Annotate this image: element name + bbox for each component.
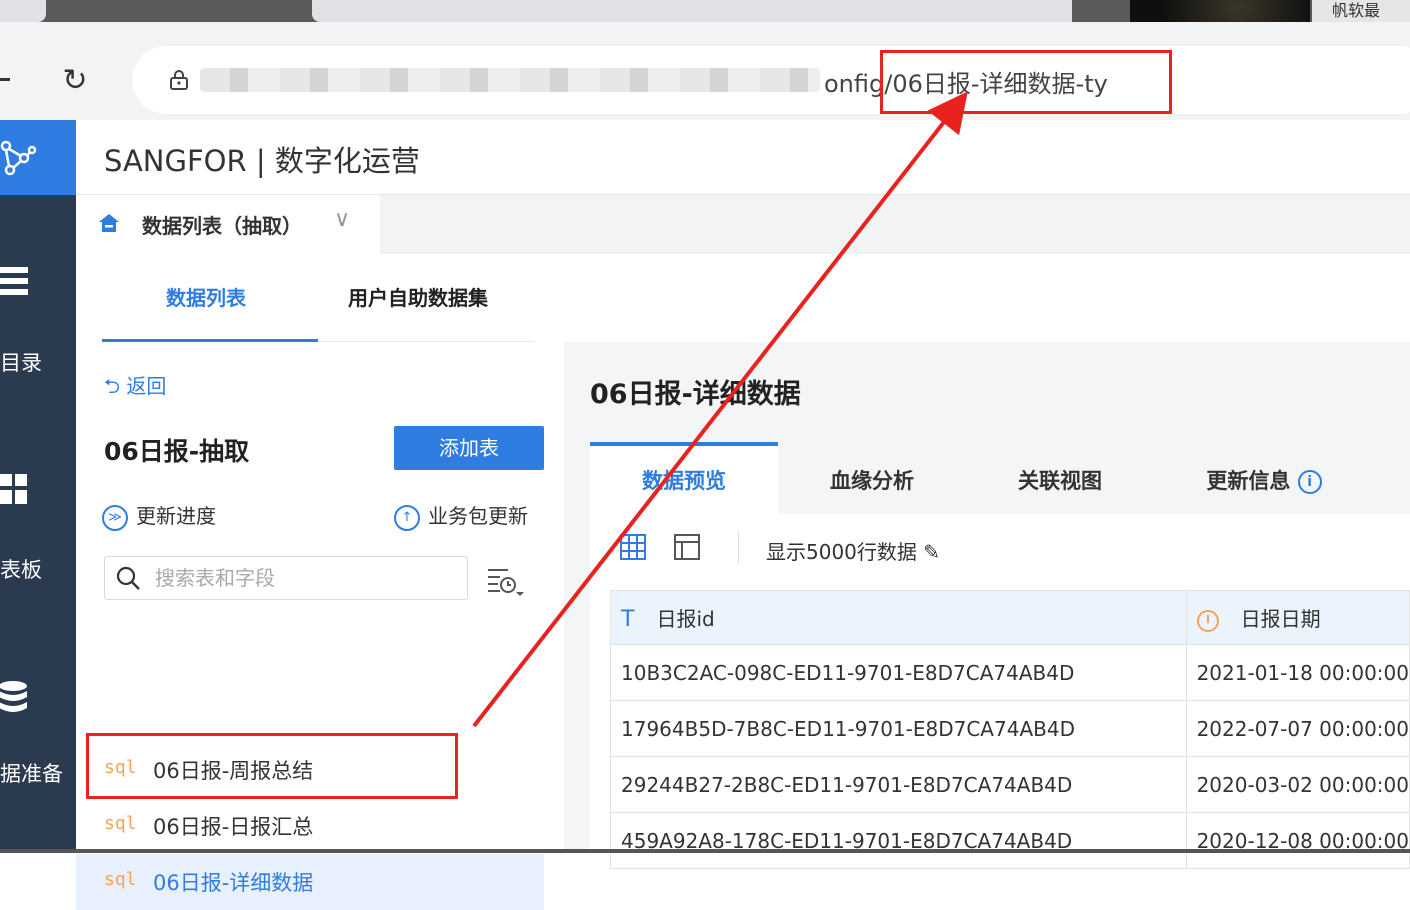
breadcrumb-bar: 数据列表（抽取） ∨ (76, 195, 1410, 254)
left-rail: 目录 表板 据准备 (0, 120, 76, 853)
dashboard-icon (0, 472, 30, 512)
corner-tab-label: 帆软最 (1312, 0, 1410, 22)
back-link[interactable]: ⮌ 返回 (104, 370, 166, 406)
back-label: 返回 (126, 374, 167, 398)
row-count-label: 显示5000行数据 (766, 540, 917, 564)
layout-view-icon[interactable] (674, 534, 700, 560)
table-row: 10B3C2AC-098C-ED11-9701-E8D7CA74AB4D 202… (610, 644, 1410, 701)
column-header[interactable]: T 日报id (610, 590, 1187, 645)
table-name: 06日报-详细数据 (153, 871, 314, 895)
row-count-setting[interactable]: 显示5000行数据 ✎ (766, 536, 940, 565)
fast-forward-icon: ≫ (102, 504, 128, 531)
tab-self-service-dataset[interactable]: 用户自助数据集 (348, 282, 488, 311)
column-header[interactable]: 日报日期 (1185, 590, 1410, 645)
table-row: 459A92A8-178C-ED11-9701-E8D7CA74AB4D 202… (610, 812, 1410, 869)
back-arrow-icon[interactable] (0, 78, 10, 81)
thumbnail-image (1130, 0, 1310, 22)
table-row: 17964B5D-7B8C-ED11-9701-E8D7CA74AB4D 202… (610, 700, 1410, 757)
data-table: T 日报id 日报日期 10B3C2AC-098C-ED11-9701-E8D7C… (610, 590, 1410, 869)
toolbar-divider (738, 530, 739, 564)
list-icon (0, 265, 30, 305)
search-input[interactable] (155, 563, 455, 593)
return-arrow-icon: ⮌ (104, 374, 121, 398)
tab-relation-view[interactable]: 关联视图 (966, 442, 1154, 514)
tab-update-info-label: 更新信息 (1206, 469, 1291, 493)
column-name: 日报id (656, 607, 715, 631)
table-list-item[interactable]: sql 06日报-日报汇总 (76, 798, 544, 854)
browser-tab-strip: 帆软最 (0, 0, 1410, 22)
reload-icon[interactable]: ↻ (58, 64, 92, 98)
package-title: 06日报-抽取 (104, 437, 250, 466)
rail-item-label: 表板 (0, 558, 42, 582)
database-icon (0, 680, 30, 724)
search-box (104, 556, 468, 600)
tab-update-info[interactable]: 更新信息 i (1154, 442, 1374, 514)
app-header: SANGFOR | 数字化运营 (76, 120, 1410, 195)
upload-icon: ↑ (394, 504, 420, 531)
clock-icon (1196, 609, 1219, 632)
table-list-item-selected[interactable]: sql 06日报-详细数据 (76, 854, 544, 910)
table-cell: 2020-03-02 00:00:00 (1185, 756, 1410, 813)
address-bar[interactable]: onfig/06日报-详细数据-ty (132, 46, 1410, 114)
table-title: 06日报-详细数据 (590, 379, 801, 410)
url-blurred (200, 68, 820, 92)
info-icon[interactable]: i (1297, 470, 1322, 494)
detail-tabs: 数据预览 血缘分析 关联视图 更新信息 i (590, 442, 1410, 514)
tab-data-list[interactable]: 数据列表 (166, 282, 246, 311)
business-package-update-link[interactable]: ↑ 业务包更新 (394, 500, 528, 531)
page-edge (0, 849, 1410, 853)
table-cell: 2020-12-08 00:00:00 (1185, 812, 1410, 869)
table-header-row: T 日报id 日报日期 (610, 590, 1410, 645)
chevron-down-icon[interactable]: ∨ (334, 207, 350, 232)
table-row: 29244B27-2B8C-ED11-9701-E8D7CA74AB4D 202… (610, 756, 1410, 813)
sql-tag: sql (104, 813, 137, 834)
browser-tab-active[interactable] (312, 0, 1072, 22)
annotation-box-table (86, 733, 458, 799)
browser-tab[interactable] (0, 0, 46, 22)
column-name: 日报日期 (1240, 607, 1321, 631)
logo[interactable] (0, 120, 76, 195)
home-icon (99, 214, 119, 232)
table-cell: 10B3C2AC-098C-ED11-9701-E8D7CA74AB4D (610, 644, 1187, 701)
breadcrumb-label: 数据列表（抽取） (142, 214, 302, 238)
rail-item-label: 目录 (0, 351, 42, 375)
grid-view-icon[interactable] (620, 534, 646, 560)
text-type-icon: T (621, 607, 635, 632)
tab-lineage[interactable]: 血缘分析 (778, 442, 966, 514)
table-name: 06日报-日报汇总 (153, 815, 314, 839)
table-cell: 2021-01-18 00:00:00 (1185, 644, 1410, 701)
lock-icon (170, 70, 188, 90)
tab-data-preview[interactable]: 数据预览 (590, 442, 778, 514)
update-progress-label: 更新进度 (136, 504, 216, 528)
annotation-box-url (880, 50, 1172, 114)
table-cell: 29244B27-2B8C-ED11-9701-E8D7CA74AB4D (610, 756, 1187, 813)
pencil-edit-icon[interactable]: ✎ (923, 540, 940, 564)
table-cell: 2022-07-07 00:00:00 (1185, 700, 1410, 757)
table-cell: 17964B5D-7B8C-ED11-9701-E8D7CA74AB4D (610, 700, 1187, 757)
breadcrumb[interactable]: 数据列表（抽取） ∨ (76, 195, 380, 254)
filter-history-icon[interactable] (486, 564, 526, 598)
table-cell: 459A92A8-178C-ED11-9701-E8D7CA74AB4D (610, 812, 1187, 869)
add-table-button[interactable]: 添加表 (394, 426, 544, 470)
table-detail: 06日报-详细数据 数据预览 血缘分析 关联视图 更新信息 i 显示5000行数… (564, 342, 1410, 869)
sql-tag: sql (104, 869, 137, 890)
update-progress-link[interactable]: ≫ 更新进度 (102, 500, 216, 531)
browser-toolbar: ↻ onfig/06日报-详细数据-ty (0, 22, 1410, 120)
app-title: SANGFOR | 数字化运营 (104, 144, 420, 178)
panel-tabs: 数据列表 用户自助数据集 (102, 254, 534, 342)
network-logo-icon (0, 140, 37, 176)
active-tab-indicator (102, 339, 318, 342)
business-update-label: 业务包更新 (428, 504, 528, 528)
search-icon (116, 566, 140, 590)
rail-item-label: 据准备 (0, 762, 63, 786)
data-preview-area: 显示5000行数据 ✎ T 日报id 日报日期 10B3C2AC-098C-ED1… (590, 514, 1410, 869)
